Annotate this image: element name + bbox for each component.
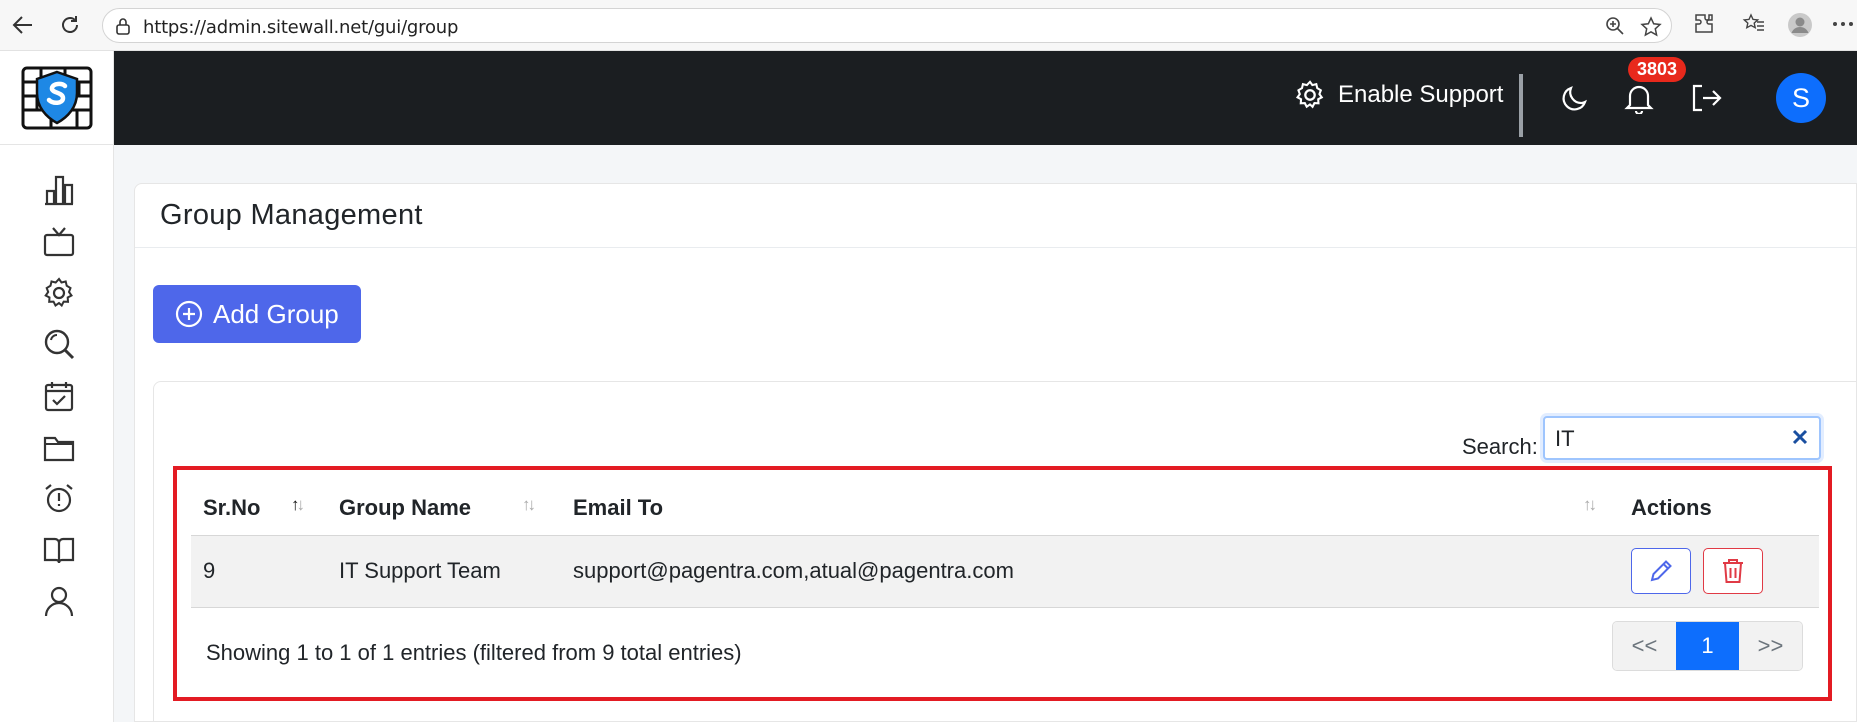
search-scan-icon[interactable] — [40, 325, 78, 363]
table-info-text: Showing 1 to 1 of 1 entries (filtered fr… — [206, 640, 742, 665]
trash-icon — [1723, 559, 1743, 583]
zoom-icon[interactable] — [1605, 16, 1625, 41]
folder-icon[interactable] — [40, 428, 78, 466]
enable-support-label: Enable Support — [1338, 81, 1504, 108]
favorite-star-icon[interactable] — [1640, 16, 1662, 43]
edit-button[interactable] — [1631, 548, 1691, 594]
enable-support-button[interactable]: Enable Support — [1294, 79, 1503, 111]
profile-icon[interactable] — [1787, 12, 1813, 43]
book-icon[interactable] — [40, 531, 78, 569]
lock-icon — [115, 17, 131, 40]
refresh-icon — [62, 16, 78, 33]
search-field[interactable] — [1543, 416, 1821, 460]
user-avatar[interactable]: S — [1776, 73, 1826, 123]
sort-icon: ↑↓ — [1583, 495, 1597, 514]
column-header-sr-no[interactable]: Sr.No ↑↓ — [191, 481, 327, 536]
sort-ascending-icon: ↑↓ — [291, 495, 305, 514]
group-table: Sr.No ↑↓ Group Name ↑↓ Email To ↑↓ Actio… — [191, 481, 1819, 608]
notification-bell-icon[interactable] — [1620, 79, 1658, 117]
plus-circle-icon — [175, 300, 203, 328]
column-header-email-to[interactable]: Email To ↑↓ — [561, 481, 1619, 536]
refresh-button[interactable] — [57, 12, 83, 38]
back-button[interactable] — [10, 12, 36, 38]
title-divider — [135, 247, 1856, 248]
chart-bar-icon[interactable] — [40, 171, 78, 209]
pagination-prev[interactable]: << — [1613, 622, 1676, 670]
pagination: << 1 >> — [1612, 621, 1803, 671]
favorites-list-icon[interactable] — [1742, 12, 1766, 41]
settings-icon[interactable] — [40, 274, 78, 312]
user-icon[interactable] — [40, 582, 78, 620]
cell-group-name: IT Support Team — [327, 535, 561, 608]
address-bar[interactable]: https://admin.sitewall.net/gui/group — [102, 8, 1672, 43]
sitewall-logo-icon — [21, 66, 93, 129]
cell-sr-no: 9 — [191, 535, 327, 608]
cell-actions — [1619, 535, 1819, 608]
pagination-next[interactable]: >> — [1739, 622, 1802, 670]
cell-email-to: support@pagentra.com,atual@pagentra.com — [561, 535, 1619, 608]
table-header-row: Sr.No ↑↓ Group Name ↑↓ Email To ↑↓ Actio… — [191, 481, 1819, 536]
table-row: 9 IT Support Team support@pagentra.com,a… — [191, 535, 1819, 608]
column-header-actions: Actions — [1619, 481, 1819, 536]
browser-toolbar: https://admin.sitewall.net/gui/group — [0, 0, 1857, 51]
logo[interactable] — [0, 51, 114, 145]
tv-icon[interactable] — [40, 223, 78, 261]
add-group-label: Add Group — [213, 298, 339, 329]
sort-icon: ↑↓ — [522, 495, 536, 514]
gear-icon — [1295, 80, 1324, 109]
url-text: https://admin.sitewall.net/gui/group — [143, 17, 459, 38]
calendar-check-icon[interactable] — [40, 377, 78, 415]
search-label: Search: — [1462, 434, 1538, 459]
clear-search-icon[interactable] — [1791, 428, 1809, 451]
top-header: Enable Support 3803 S — [114, 51, 1857, 145]
alarm-clock-icon[interactable] — [40, 479, 78, 517]
extensions-icon[interactable] — [1692, 12, 1716, 41]
delete-button[interactable] — [1703, 548, 1763, 594]
search-input[interactable] — [1555, 427, 1775, 451]
sidebar — [0, 51, 114, 722]
back-arrow-icon — [12, 16, 32, 34]
pencil-icon — [1650, 560, 1672, 582]
dark-mode-toggle-icon[interactable] — [1556, 79, 1594, 117]
header-divider — [1519, 74, 1523, 137]
column-header-group-name[interactable]: Group Name ↑↓ — [327, 481, 561, 536]
notification-count-badge: 3803 — [1628, 57, 1687, 82]
more-menu-icon[interactable] — [1832, 10, 1854, 39]
add-group-button[interactable]: Add Group — [153, 285, 361, 343]
logout-icon[interactable] — [1687, 79, 1725, 117]
page-title: Group Management — [160, 199, 423, 231]
pagination-page-1[interactable]: 1 — [1676, 622, 1739, 670]
